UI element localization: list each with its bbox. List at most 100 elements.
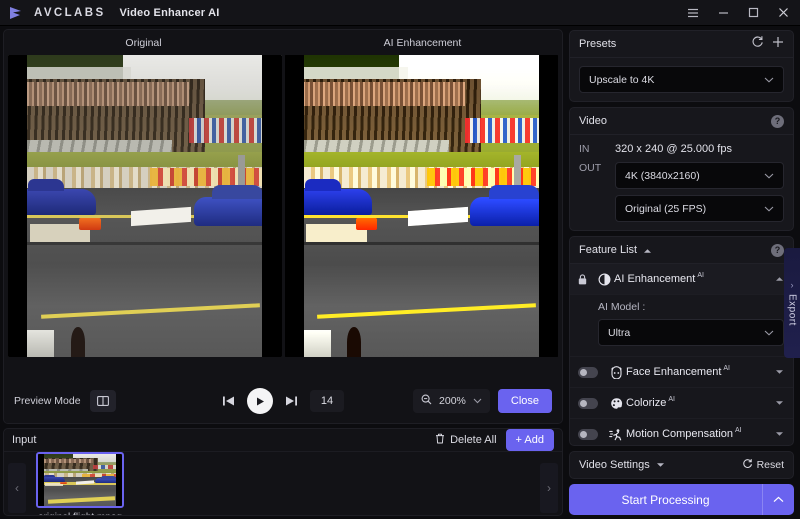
presets-header: Presets [570, 31, 793, 58]
playback-controls: 14 [222, 388, 344, 414]
input-thumbnail[interactable] [36, 452, 124, 508]
presets-body: Upscale to 4K [570, 58, 793, 101]
plus-icon[interactable] [772, 35, 784, 53]
feature-list-title: Feature List [579, 244, 638, 256]
view-controls: 200% Close [413, 389, 552, 413]
feature-name: AI Enhancement [614, 273, 696, 285]
preview-card: Original AI Enhancement Preview Mode 14 … [3, 29, 563, 424]
enhanced-video-frame [284, 55, 558, 357]
input-card: Input Delete All + Add ‹ › [3, 428, 563, 516]
video-in-row: IN 320 x 240 @ 25.000 fps [579, 143, 784, 155]
chevron-up-icon[interactable] [643, 241, 652, 259]
video-settings-title-group: Video Settings [579, 459, 665, 471]
feature-row-motion-compensation[interactable]: Motion Compensation AI [570, 419, 793, 445]
ai-model-selector[interactable]: Ultra [598, 319, 784, 346]
input-filename: original flight.mpeg [38, 512, 122, 515]
feature-list-actions: ? [771, 243, 784, 257]
chevron-left-icon[interactable]: ‹ [8, 462, 26, 513]
feature-label: Face Enhancement AI [626, 365, 731, 378]
palette-icon [606, 397, 626, 410]
left-column: Original AI Enhancement Preview Mode 14 … [0, 26, 566, 519]
feature-row-ai-enhancement[interactable]: AI Enhancement AI [570, 264, 793, 295]
feature-row-face-enhancement[interactable]: Face Enhancement AI [570, 357, 793, 388]
zoom-selector[interactable]: 200% [413, 389, 490, 413]
chevron-down-icon [764, 74, 774, 86]
chevron-down-icon[interactable] [775, 429, 784, 439]
delete-all-label: Delete All [450, 434, 497, 446]
skip-next-icon[interactable] [285, 395, 298, 407]
motion-compensation-toggle[interactable] [578, 428, 598, 440]
help-icon[interactable]: ? [771, 114, 784, 128]
feature-ai-badge: AI [668, 396, 675, 403]
feature-ai-badge: AI [697, 272, 704, 279]
video-header: Video ? [570, 108, 793, 135]
skip-previous-icon[interactable] [222, 395, 235, 407]
refresh-icon[interactable] [751, 35, 764, 53]
chevron-down-icon[interactable] [775, 367, 784, 377]
preset-selector[interactable]: Upscale to 4K [579, 66, 784, 93]
video-body: IN 320 x 240 @ 25.000 fps OUT 4K (3840x2… [570, 135, 793, 230]
list-item[interactable]: original flight.mpeg [36, 452, 124, 515]
play-icon[interactable] [247, 388, 273, 414]
feature-label: Motion Compensation AI [626, 427, 742, 440]
video-settings-bar[interactable]: Video Settings Reset [569, 451, 794, 479]
avclabs-logo-icon [8, 5, 26, 21]
feature-name: Colorize [626, 397, 667, 409]
help-icon[interactable]: ? [771, 243, 784, 257]
enhanced-video-pane[interactable] [284, 55, 558, 357]
transport-bar: Preview Mode 14 200% Close [4, 379, 562, 423]
hamburger-menu-icon[interactable] [678, 0, 708, 26]
feature-row-colorize[interactable]: Colorize AI [570, 388, 793, 419]
chevron-down-icon[interactable] [656, 459, 665, 471]
chevron-up-icon[interactable] [762, 484, 794, 515]
face-enhancement-toggle[interactable] [578, 366, 598, 378]
trash-icon [435, 433, 445, 447]
video-settings-title: Video Settings [579, 459, 650, 471]
input-header: Input Delete All + Add [4, 429, 562, 452]
output-framerate-value: Original (25 FPS) [625, 202, 707, 215]
video-in-value: 320 x 240 @ 25.000 fps [615, 143, 732, 155]
face-icon [606, 365, 626, 379]
reset-button[interactable]: Reset [742, 458, 784, 472]
start-processing-bar: Start Processing [569, 484, 794, 515]
chevron-up-icon[interactable] [775, 274, 784, 284]
input-actions: Delete All + Add [435, 429, 554, 451]
maximize-icon[interactable] [738, 0, 768, 26]
contrast-circle-icon [594, 273, 614, 286]
chevron-down-icon [764, 170, 774, 182]
add-button[interactable]: + Add [505, 429, 554, 451]
export-tab[interactable]: › Export [784, 248, 800, 358]
video-in-label: IN [579, 143, 590, 155]
start-processing-button[interactable]: Start Processing [569, 493, 762, 507]
chevron-down-icon[interactable] [775, 398, 784, 408]
chevron-right-icon[interactable]: › [540, 462, 558, 513]
close-preview-button[interactable]: Close [497, 389, 552, 413]
video-card: Video ? IN 320 x 240 @ 25.000 fps OUT 4K… [569, 107, 794, 231]
feature-ai-badge: AI [735, 427, 742, 434]
split-view-icon[interactable] [89, 390, 116, 412]
video-out-selectors: 4K (3840x2160) Original (25 FPS) [615, 162, 784, 222]
input-thumbnail-row: ‹ › [4, 452, 562, 515]
minimize-icon[interactable] [708, 0, 738, 26]
thumbnail-frame [38, 454, 122, 506]
original-video-pane[interactable] [8, 55, 282, 357]
colorize-toggle[interactable] [578, 397, 598, 409]
preview-mode-label: Preview Mode [14, 395, 81, 407]
refresh-icon [742, 458, 753, 472]
frame-number-input[interactable]: 14 [310, 390, 344, 412]
magnifier-icon [421, 394, 432, 408]
close-icon[interactable] [768, 0, 798, 26]
delete-all-button[interactable]: Delete All [435, 433, 497, 447]
feature-list-card: Feature List ? AI Enhancement AI AI Mode… [569, 236, 794, 446]
output-framerate-selector[interactable]: Original (25 FPS) [615, 195, 784, 222]
feature-ai-badge: AI [723, 365, 731, 372]
input-title: Input [12, 434, 37, 446]
export-label: Export [786, 294, 798, 326]
video-title: Video [579, 115, 607, 127]
feature-label: AI Enhancement AI [614, 272, 704, 285]
preview-panes [4, 55, 562, 357]
output-resolution-selector[interactable]: 4K (3840x2160) [615, 162, 784, 189]
original-pane-label: Original [125, 36, 162, 49]
app-title: Video Enhancer AI [119, 6, 220, 19]
main-body: Original AI Enhancement Preview Mode 14 … [0, 26, 800, 519]
